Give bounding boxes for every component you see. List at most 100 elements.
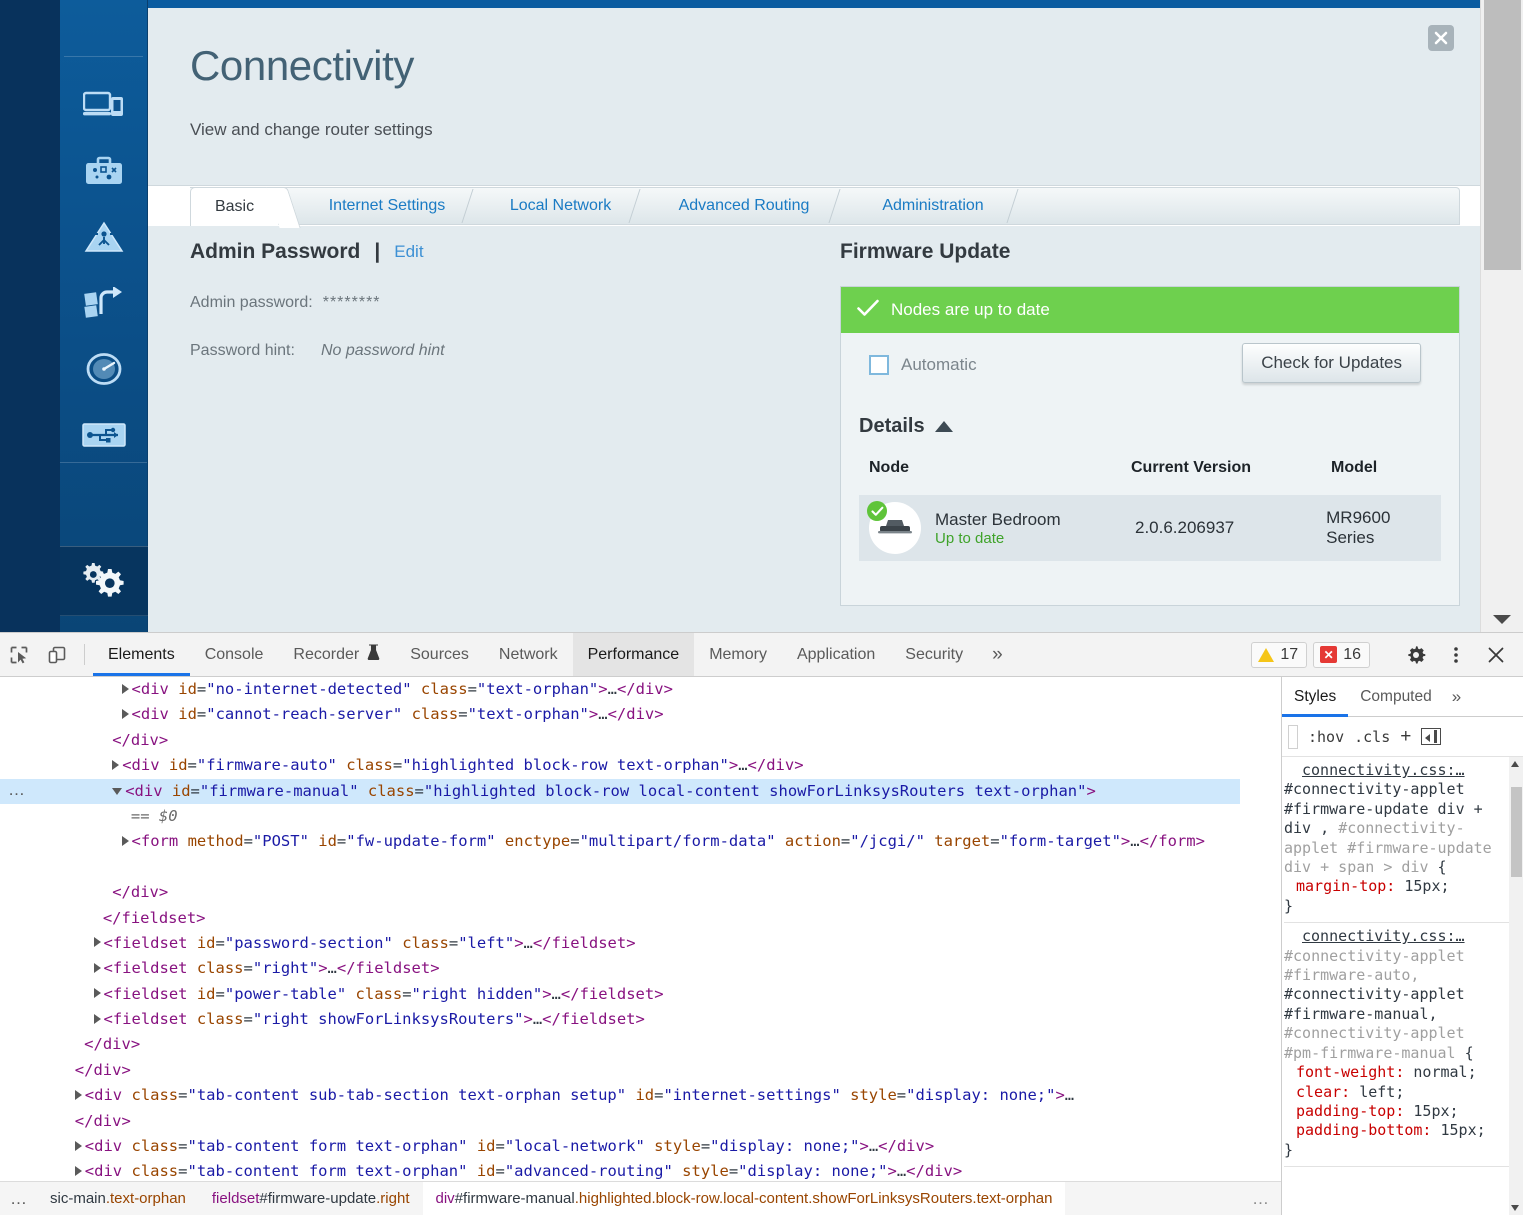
devtools-tab-application[interactable]: Application <box>782 633 890 676</box>
cls-toggle[interactable]: .cls <box>1354 728 1390 746</box>
collapse-arrow-icon[interactable] <box>112 787 123 795</box>
dom-node[interactable]: <div class="tab-content sub-tab-section … <box>0 1083 1240 1108</box>
devtools-tabs-overflow[interactable]: » <box>978 633 1017 676</box>
expand-arrow-icon[interactable] <box>112 759 120 770</box>
devtools-tab-performance[interactable]: Performance <box>572 633 695 676</box>
dom-node[interactable]: </fieldset> <box>0 906 1240 931</box>
expand-arrow-icon[interactable] <box>74 1165 82 1176</box>
settings-gear-icon[interactable] <box>1399 645 1433 665</box>
computed-tab[interactable]: Computed <box>1348 677 1444 716</box>
dom-node[interactable]: <fieldset id="password-section" class="l… <box>0 931 1240 956</box>
dom-node[interactable]: <div id="firmware-auto" class="highlight… <box>0 753 1240 778</box>
styles-rules-list[interactable]: connectivity.css:… #connectivity-applet #… <box>1282 757 1509 1215</box>
style-declaration[interactable]: font-weight: normal; <box>1284 1063 1509 1082</box>
devtools-tab-network[interactable]: Network <box>484 633 573 676</box>
styles-scrollbar-thumb[interactable] <box>1511 787 1522 877</box>
dom-node[interactable]: <fieldset id="power-table" class="right … <box>0 982 1240 1007</box>
sidebar-item-external-storage[interactable] <box>60 402 148 468</box>
style-rule-selector[interactable]: #connectivity-applet #firmware-auto, #co… <box>1284 947 1509 1063</box>
page-scrollbar[interactable] <box>1480 0 1523 632</box>
table-row[interactable]: Master Bedroom Up to date 2.0.6.206937 M… <box>859 495 1441 561</box>
breadcrumb-item[interactable]: sic-main .text-orphan <box>37 1182 199 1216</box>
styles-filter-input[interactable] <box>1288 724 1298 749</box>
tab-internet-settings[interactable]: Internet Settings <box>307 187 474 225</box>
sidebar-item-devices[interactable] <box>60 72 148 138</box>
details-toggle[interactable]: Details <box>859 415 953 438</box>
breadcrumb-item[interactable]: fieldset #firmware-update .right <box>199 1182 423 1216</box>
style-rule-source-link[interactable]: connectivity.css:… <box>1284 927 1509 946</box>
dom-tree[interactable]: <div id="no-internet-detected" class="te… <box>0 677 1240 1181</box>
page-scrollbar-thumb[interactable] <box>1484 0 1521 270</box>
sidebar-item-media-prioritization[interactable] <box>60 270 148 336</box>
sidebar-item-speed-test[interactable] <box>60 336 148 402</box>
expand-arrow-icon[interactable] <box>121 683 129 694</box>
dom-node[interactable]: <fieldset class="right showForLinksysRou… <box>0 1007 1240 1032</box>
dom-node[interactable]: </div> <box>0 1058 1240 1083</box>
dom-node[interactable]: <div class="tab-content form text-orphan… <box>0 1159 1240 1181</box>
sidebar-item-settings[interactable] <box>60 546 148 616</box>
style-declaration[interactable]: margin-top: 15px; <box>1284 877 1509 896</box>
warnings-badge[interactable]: 17 <box>1251 641 1308 668</box>
style-rule[interactable]: connectivity.css:… #connectivity-applet #… <box>1284 757 1509 924</box>
dom-node[interactable]: <div id="no-internet-detected" class="te… <box>0 677 1240 702</box>
tab-local-network[interactable]: Local Network <box>487 187 641 225</box>
dom-node[interactable]: == $0 <box>0 804 1240 829</box>
scroll-up-icon[interactable] <box>1511 761 1519 767</box>
expand-arrow-icon[interactable] <box>93 937 101 948</box>
hov-toggle[interactable]: :hov <box>1308 728 1344 746</box>
tab-administration[interactable]: Administration <box>854 187 1019 225</box>
check-for-updates-button[interactable]: Check for Updates <box>1242 343 1421 383</box>
close-icon[interactable] <box>1428 25 1454 51</box>
devtools-tab-elements[interactable]: Elements <box>93 633 190 676</box>
tab-basic[interactable]: Basic <box>190 187 278 226</box>
styles-scrollbar[interactable] <box>1509 757 1523 1215</box>
dom-node[interactable]: </div> <box>0 728 1240 753</box>
sidebar-item-guest-access[interactable] <box>60 138 148 204</box>
expand-arrow-icon[interactable] <box>74 1140 82 1151</box>
styles-tabs-overflow[interactable]: » <box>1444 677 1469 716</box>
expand-arrow-icon[interactable] <box>121 835 129 846</box>
devtools-tab-sources[interactable]: Sources <box>395 633 484 676</box>
new-style-rule-button[interactable]: + <box>1400 726 1411 748</box>
style-declaration[interactable]: padding-bottom: 15px; <box>1284 1121 1509 1140</box>
inspect-element-icon[interactable] <box>0 633 38 676</box>
breadcrumb-overflow-left[interactable]: … <box>0 1189 37 1209</box>
dom-node[interactable]: <div id="cannot-reach-server" class="tex… <box>0 702 1240 727</box>
edit-admin-password-link[interactable]: Edit <box>394 242 423 262</box>
dom-tree-pane[interactable]: <div id="no-internet-detected" class="te… <box>0 677 1260 1181</box>
automatic-checkbox[interactable] <box>869 355 889 375</box>
errors-badge[interactable]: ✕ 16 <box>1313 641 1370 668</box>
style-declaration[interactable]: padding-top: 15px; <box>1284 1102 1509 1121</box>
style-rule[interactable]: connectivity.css:… #connectivity-applet #… <box>1284 923 1509 1168</box>
devtools-tab-memory[interactable]: Memory <box>694 633 782 676</box>
dom-node[interactable]: </div> <box>0 1109 1240 1134</box>
more-options-icon[interactable] <box>1439 645 1473 665</box>
style-rule-source-link[interactable]: connectivity.css:… <box>1284 761 1509 780</box>
expand-arrow-icon[interactable] <box>93 988 101 999</box>
dom-node-menu-icon[interactable]: … <box>8 777 25 802</box>
dom-node[interactable]: <form method="POST" id="fw-update-form" … <box>0 829 1240 880</box>
styles-sidebar-toggle-icon[interactable] <box>1421 728 1442 745</box>
dom-node[interactable]: <div class="tab-content form text-orphan… <box>0 1134 1240 1159</box>
dom-node[interactable]: </div> <box>0 1032 1240 1057</box>
device-toolbar-icon[interactable] <box>38 633 76 676</box>
scroll-down-icon[interactable] <box>1493 615 1511 624</box>
dom-node[interactable]: </div> <box>0 880 1240 905</box>
dom-node-selected[interactable]: … <div id="firmware-manual" class="highli… <box>0 777 1240 804</box>
style-declaration[interactable]: clear: left; <box>1284 1083 1509 1102</box>
expand-arrow-icon[interactable] <box>74 1089 82 1100</box>
style-rule-selector[interactable]: #connectivity-applet #firmware-update di… <box>1284 780 1509 877</box>
devtools-tab-console[interactable]: Console <box>190 633 279 676</box>
expand-arrow-icon[interactable] <box>93 962 101 973</box>
tab-advanced-routing[interactable]: Advanced Routing <box>654 187 841 225</box>
expand-arrow-icon[interactable] <box>121 708 129 719</box>
scroll-down-icon[interactable] <box>1511 1205 1519 1211</box>
styles-tab[interactable]: Styles <box>1282 677 1349 717</box>
expand-arrow-icon[interactable] <box>93 1013 101 1024</box>
devtools-tab-recorder[interactable]: Recorder <box>278 633 395 676</box>
close-devtools-icon[interactable] <box>1479 646 1513 664</box>
breadcrumb-item-selected[interactable]: div #firmware-manual .highlighted.block-ro… <box>422 1181 1066 1216</box>
devtools-tab-security[interactable]: Security <box>890 633 978 676</box>
dom-node[interactable]: <fieldset class="right">…</fieldset> <box>0 956 1240 981</box>
sidebar-item-parental-controls[interactable] <box>60 204 148 270</box>
